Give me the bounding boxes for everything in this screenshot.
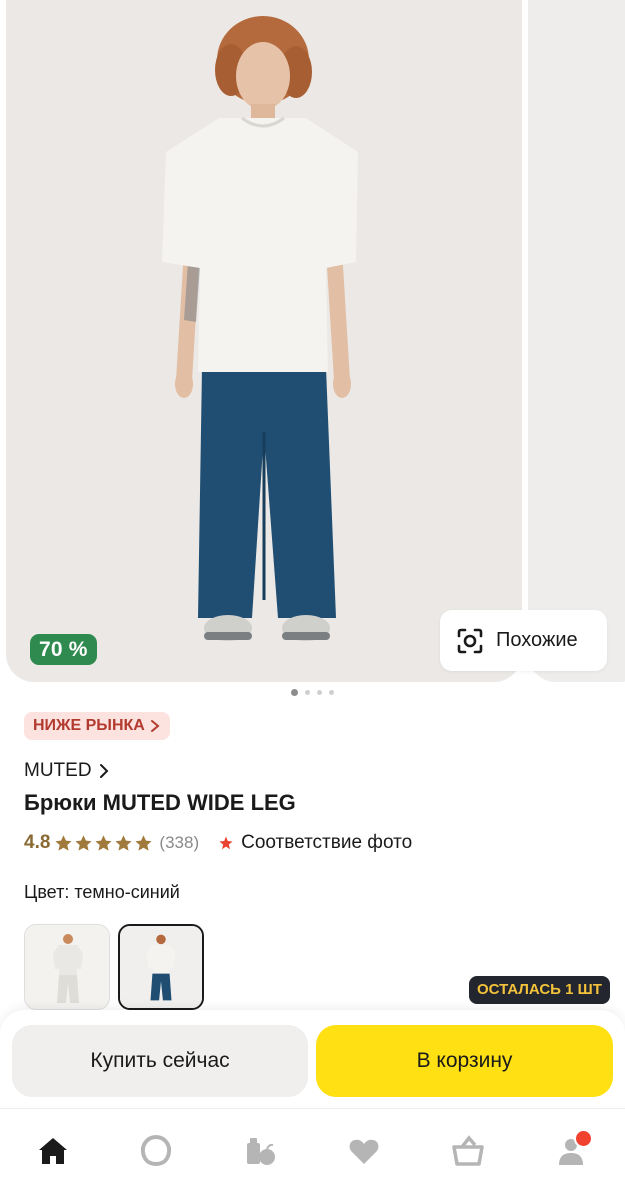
- catalog-icon: [247, 1138, 275, 1165]
- below-market-label: НИЖЕ РЫНКА: [33, 717, 145, 734]
- color-option-dark-blue[interactable]: [118, 924, 204, 1010]
- nav-alice[interactable]: [134, 1131, 178, 1171]
- rating-value: 4.8: [24, 832, 51, 853]
- purchase-action-bar: Купить сейчас В корзину: [0, 1010, 625, 1108]
- similar-products-button[interactable]: Похожие: [440, 610, 607, 671]
- nav-home[interactable]: [31, 1131, 75, 1171]
- color-option-white[interactable]: [24, 924, 110, 1010]
- alice-icon: [140, 1134, 172, 1167]
- product-model-illustration: [162, 16, 358, 641]
- favorites-icon: [349, 1139, 379, 1164]
- star-icon: [115, 834, 132, 851]
- nav-favorites[interactable]: [342, 1131, 386, 1171]
- home-icon: [39, 1138, 67, 1164]
- pagination-dot: [329, 690, 334, 695]
- discount-badge: 70 %: [30, 634, 97, 665]
- similar-products-label: Похожие: [496, 629, 578, 651]
- nav-catalog[interactable]: [238, 1131, 282, 1171]
- white-outfit-thumbnail: [25, 925, 109, 1009]
- next-product-photo[interactable]: [528, 0, 625, 682]
- brand-link[interactable]: MUTED: [24, 760, 110, 782]
- notification-dot: [574, 1129, 593, 1148]
- product-photo[interactable]: 70 %: [6, 0, 522, 682]
- bottom-navigation: [0, 1108, 625, 1190]
- pagination-dot: [305, 690, 310, 695]
- visual-search-icon: [457, 628, 483, 653]
- stock-left-tag: ОСТАЛАСЬ 1 ШТ: [469, 976, 610, 1004]
- star-icon: [95, 834, 112, 851]
- star-icon: [55, 834, 72, 851]
- color-swatches: [24, 924, 204, 1010]
- chevron-right-icon: [99, 764, 108, 778]
- pagination-dot: [317, 690, 322, 695]
- color-label: Цвет: темно-синий: [24, 882, 180, 902]
- photo-match-icon: [219, 836, 233, 850]
- cart-icon: [452, 1135, 484, 1166]
- product-image-gallery[interactable]: 70 % Похожие: [0, 0, 625, 684]
- rating-row[interactable]: 4.8 (338) Соответствие фото: [24, 830, 412, 856]
- chevron-right-icon: [150, 720, 160, 732]
- below-market-tag[interactable]: НИЖЕ РЫНКА: [24, 712, 170, 740]
- reviews-count[interactable]: (338): [159, 833, 199, 853]
- star-icon: [75, 834, 92, 851]
- star-icon: [135, 834, 152, 851]
- buy-now-button[interactable]: Купить сейчас: [12, 1025, 308, 1097]
- photo-match-label: Соответствие фото: [241, 832, 413, 853]
- pagination-dot-active: [291, 689, 298, 696]
- add-to-cart-button[interactable]: В корзину: [316, 1025, 613, 1097]
- gallery-pagination: [0, 689, 625, 702]
- product-title: Брюки MUTED WIDE LEG: [24, 790, 296, 815]
- nav-profile[interactable]: [550, 1129, 594, 1171]
- nav-cart[interactable]: [446, 1131, 490, 1171]
- dark-blue-outfit-thumbnail: [120, 926, 202, 1008]
- rating-stars: [54, 834, 153, 853]
- brand-name: MUTED: [24, 760, 92, 781]
